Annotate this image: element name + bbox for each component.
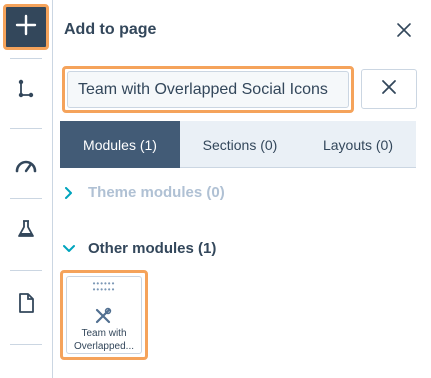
document-icon	[17, 292, 35, 319]
drag-handle-icon[interactable]: •••••• ••••••	[67, 280, 141, 294]
module-card[interactable]: •••••• •••••• Team with Overlapped...	[66, 276, 142, 354]
tab-sections[interactable]: Sections (0)	[180, 121, 300, 168]
tools-icon	[94, 307, 112, 325]
clear-search-button[interactable]	[361, 69, 417, 109]
plus-icon	[15, 14, 37, 41]
other-modules-toggle[interactable]: Other modules (1)	[62, 240, 216, 257]
tab-layouts[interactable]: Layouts (0)	[300, 121, 416, 168]
rail-divider	[10, 270, 42, 271]
tree-icon	[17, 79, 35, 104]
panel-title: Add to page	[64, 21, 157, 38]
left-rail	[0, 0, 53, 378]
search-field-highlight	[62, 66, 354, 113]
structure-button[interactable]	[3, 68, 49, 114]
chevron-down-icon	[62, 242, 76, 256]
rail-divider	[10, 344, 42, 345]
chevron-right-icon	[62, 186, 76, 200]
test-button[interactable]	[3, 208, 49, 254]
module-card-highlight: •••••• •••••• Team with Overlapped...	[60, 270, 148, 360]
optimize-button[interactable]	[3, 144, 49, 190]
rail-divider	[10, 58, 42, 59]
tab-bar: Modules (1) Sections (0) Layouts (0)	[60, 121, 416, 168]
module-card-label: Team with Overlapped...	[73, 328, 135, 352]
add-to-page-panel: Add to page Modules (1) Sections (0) Lay…	[54, 0, 431, 378]
rail-divider	[10, 128, 42, 129]
theme-modules-toggle[interactable]: Theme modules (0)	[62, 184, 225, 201]
tab-modules[interactable]: Modules (1)	[60, 121, 180, 168]
page-button[interactable]	[3, 282, 49, 328]
other-modules-label: Other modules (1)	[88, 240, 217, 257]
close-icon	[395, 23, 413, 43]
flask-icon	[16, 219, 36, 244]
theme-modules-label: Theme modules (0)	[88, 184, 225, 201]
close-icon	[381, 79, 397, 100]
close-panel-button[interactable]	[395, 21, 413, 39]
rail-divider	[10, 198, 42, 199]
add-button[interactable]	[3, 4, 49, 50]
search-input[interactable]	[67, 71, 349, 108]
speedometer-icon	[14, 156, 38, 179]
